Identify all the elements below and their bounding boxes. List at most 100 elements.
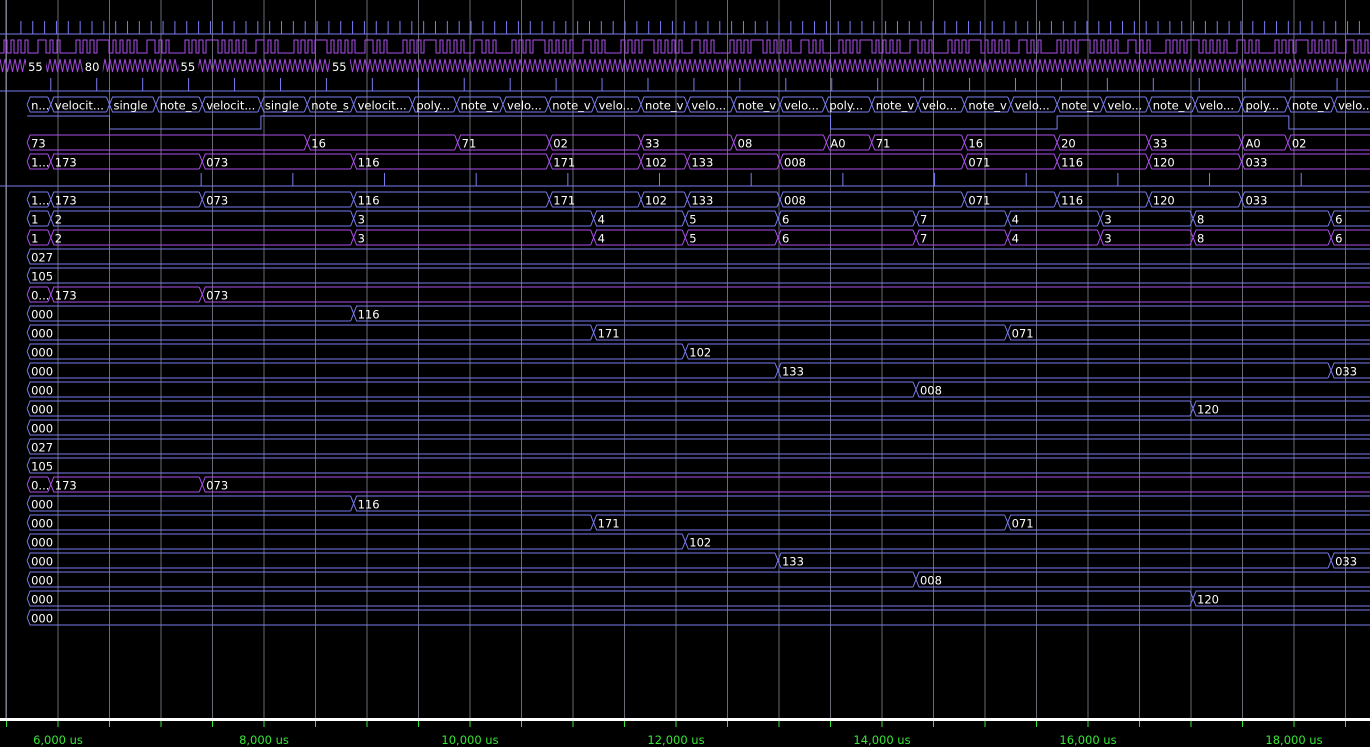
- bus-segment: single: [260, 96, 308, 113]
- bus-segment: 116: [1056, 191, 1150, 208]
- time-tick-label: 6,000 us: [33, 733, 83, 747]
- bus-value: velo...: [507, 99, 542, 113]
- bus-segment: 71: [871, 134, 965, 151]
- bus-segment: 02: [1287, 134, 1370, 151]
- bus-value: 000: [31, 384, 53, 398]
- bus-segment: 102: [684, 343, 1370, 360]
- bus-segment: 8: [1192, 229, 1332, 246]
- bus-value: 0...: [31, 289, 49, 303]
- timeline-ruler[interactable]: 6,000 us 8,000 us 10,000 us 12,000 us 14,000…: [0, 718, 1370, 747]
- bus-value: 000: [31, 403, 53, 417]
- bus-segment: 000: [26, 362, 779, 379]
- bus-value: 7: [920, 213, 927, 227]
- bus-segment: 7: [915, 229, 1009, 246]
- bus-segment: 3: [1099, 210, 1194, 227]
- pulse-train: [0, 78, 1370, 92]
- bus-value: 8: [1197, 213, 1204, 227]
- time-tick-label: 16,000 us: [1059, 733, 1116, 747]
- bus-value: 7: [920, 232, 927, 246]
- bus-value: 6: [1335, 232, 1342, 246]
- bus-segment: 133: [686, 191, 781, 208]
- bus-segment: 033: [1241, 153, 1370, 170]
- bus-segment: 1...: [26, 153, 52, 170]
- bus-value: 073: [206, 479, 228, 493]
- bus-value: 02: [1292, 137, 1307, 151]
- bus-value: 033: [1245, 156, 1267, 170]
- bus-value: 120: [1153, 194, 1175, 208]
- bus-segment: 0...: [26, 476, 52, 493]
- bus-value: 000: [31, 327, 53, 341]
- bus-segment: 2: [50, 210, 355, 227]
- bus-value: velocit...: [358, 99, 407, 113]
- bus-segment: 116: [353, 191, 550, 208]
- bus-segment: velo...: [779, 96, 826, 113]
- bus-value: velo...: [1199, 99, 1234, 113]
- bus-value: 0...: [31, 479, 49, 493]
- bus-value: 16: [311, 137, 326, 151]
- bus-segment: 173: [50, 476, 203, 493]
- bus-segment: 000: [26, 419, 1370, 436]
- time-tick-label: 10,000 us: [441, 733, 498, 747]
- bus-segment: 171: [593, 514, 1009, 531]
- bus-value: 55: [28, 60, 43, 74]
- bus-value: single: [265, 99, 299, 113]
- bus-value: 2: [55, 213, 62, 227]
- bus-segment: 33: [1148, 134, 1243, 151]
- bus-segment: 116: [353, 495, 1370, 512]
- bus-segment: 08: [733, 134, 827, 151]
- bus-segment: 008: [779, 191, 965, 208]
- bus-segment: poly...: [1241, 96, 1289, 113]
- bus-segment: 3: [353, 229, 595, 246]
- bus-value: 027: [31, 441, 53, 455]
- bus-segment: 133: [777, 552, 1332, 569]
- bus-segment: 71: [457, 134, 550, 151]
- bus-segment: 5: [684, 210, 779, 227]
- time-tick-label: 18,000 us: [1265, 733, 1322, 747]
- bus-segment: 000: [26, 343, 686, 360]
- bus-segment: 000: [26, 324, 595, 341]
- bus-value: note_v: [738, 99, 777, 113]
- bus-segment: velocit...: [201, 96, 262, 113]
- bus-segment: 173: [50, 286, 203, 303]
- bus-value: poly...: [829, 99, 863, 113]
- bus-segment: velo...: [594, 96, 642, 113]
- bus-segment: velocit...: [353, 96, 413, 113]
- bus-value: 4: [1012, 213, 1019, 227]
- bus-value: 133: [691, 194, 713, 208]
- waveform-viewer[interactable]: 55 80 55 55n... velocit... single note_s veloci…: [0, 0, 1370, 747]
- bus-segment: 2: [50, 229, 355, 246]
- bus-value: note_v: [968, 99, 1007, 113]
- bus-value: velo...: [1015, 99, 1050, 113]
- time-tick-label: 14,000 us: [853, 733, 910, 747]
- bus-value: velocit...: [206, 99, 255, 113]
- bus-segment: note_s: [155, 96, 203, 113]
- bus-segment: velo...: [1194, 96, 1243, 113]
- bus-value: 1...: [31, 194, 49, 208]
- bus-segment: velo...: [502, 96, 549, 113]
- bus-value: 000: [31, 365, 53, 379]
- bus-value: 3: [358, 232, 365, 246]
- bus-segment: note_v: [963, 96, 1012, 113]
- bus-value: 1...: [31, 156, 49, 170]
- bus-segment: 171: [548, 153, 642, 170]
- bus-value: note_v: [1153, 99, 1192, 113]
- bus-value: 3: [358, 213, 365, 227]
- bus-value: 171: [598, 327, 620, 341]
- bus-segment: 4: [1007, 210, 1101, 227]
- bus-segment: single: [109, 96, 157, 113]
- pulse-train: [0, 21, 1370, 35]
- bus-segment: note_v: [1287, 96, 1335, 113]
- level-trace: [27, 115, 1370, 130]
- bus-value: note_s: [160, 99, 198, 113]
- bus-value: 4: [598, 213, 605, 227]
- bus-value: 2: [55, 232, 62, 246]
- bus-value: 20: [1061, 137, 1076, 151]
- bus-segment: 000: [26, 381, 917, 398]
- bus-value: 000: [31, 536, 53, 550]
- bus-value: 102: [689, 536, 711, 550]
- bus-segment: note_v: [456, 96, 504, 113]
- bus-segment: 1...: [26, 191, 52, 208]
- bus-segment: 000: [26, 495, 355, 512]
- bus-value: 71: [462, 137, 477, 151]
- bus-value: 173: [55, 156, 77, 170]
